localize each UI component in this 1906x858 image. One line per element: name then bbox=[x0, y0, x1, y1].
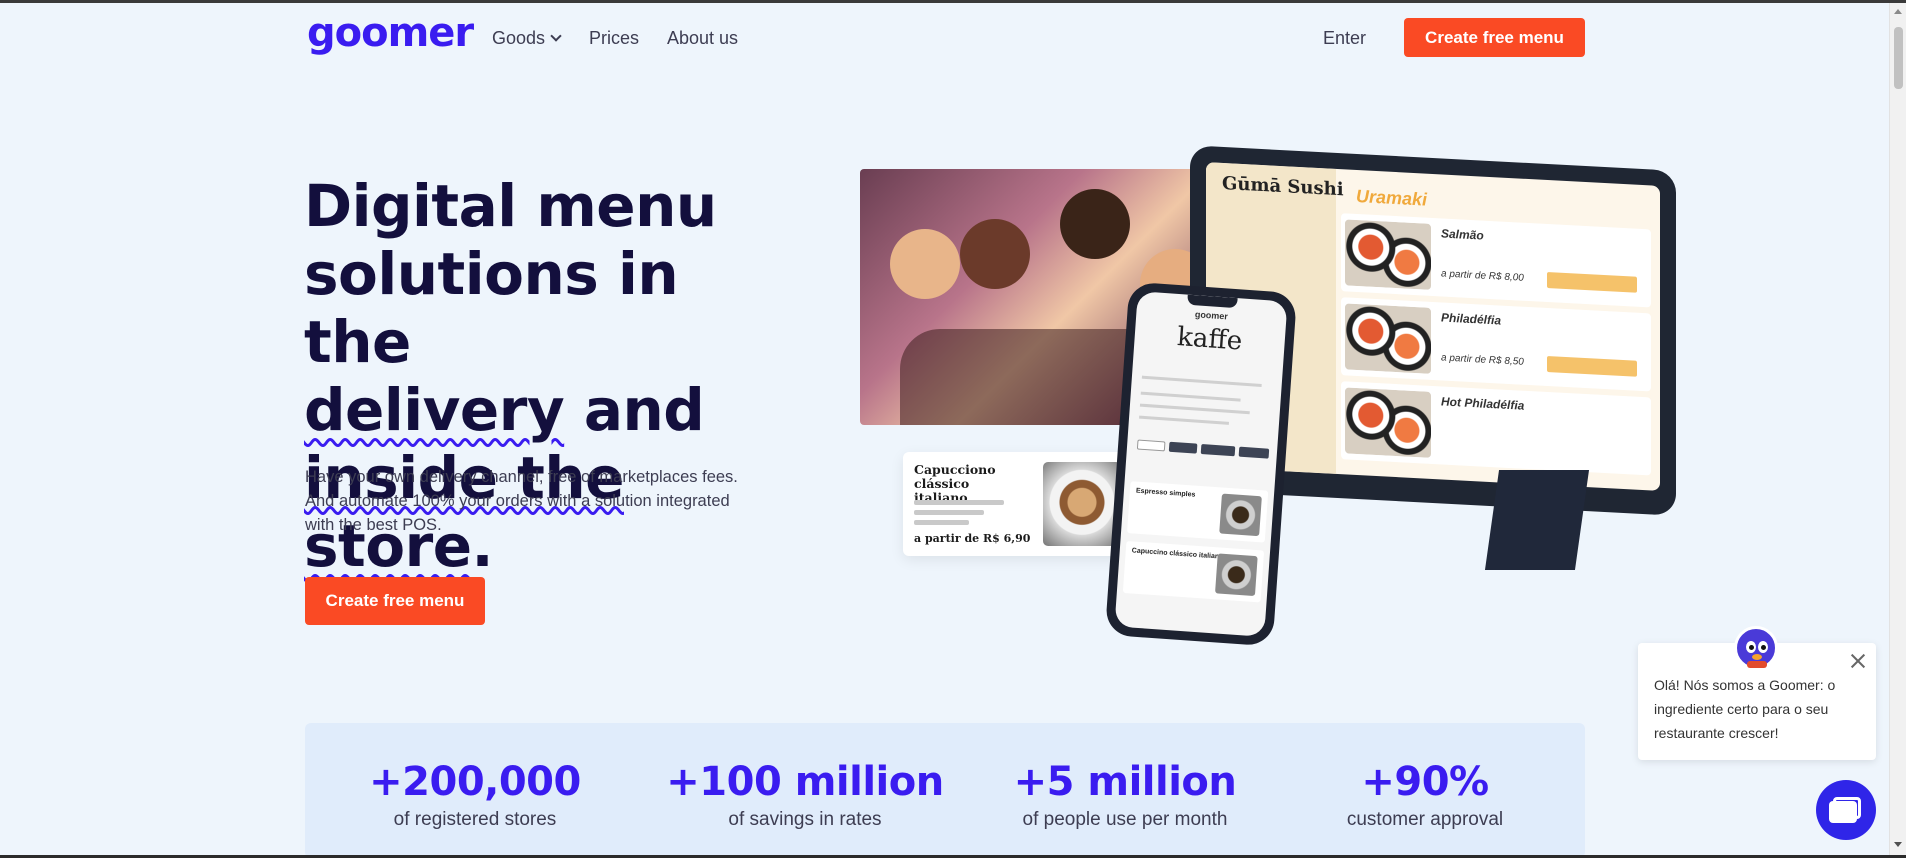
phone-menu-item: Espresso simples bbox=[1127, 481, 1269, 543]
cappuccino-image bbox=[1043, 462, 1121, 546]
tablet-menu-item: Salmão a partir de R$ 8,00 bbox=[1341, 213, 1651, 308]
hero-title-line1: Digital menu bbox=[304, 172, 717, 240]
tablet-heading: Uramaki bbox=[1356, 185, 1428, 210]
stat-value: +100 million bbox=[666, 759, 944, 805]
goomer-logo[interactable]: goomer bbox=[307, 10, 474, 56]
chat-launcher-button[interactable] bbox=[1816, 780, 1876, 840]
phone-menu-item: Capuccino clássico italiano bbox=[1122, 540, 1265, 603]
stat-value: +5 million bbox=[1013, 759, 1237, 805]
product-card-price: a partir de R$ 6,90 bbox=[914, 532, 1031, 545]
stat-item: +5 million of people use per month bbox=[1005, 759, 1245, 831]
enter-link[interactable]: Enter bbox=[1323, 28, 1366, 49]
tablet-menu-item: Hot Philadélfia bbox=[1341, 381, 1651, 476]
window-top-border bbox=[0, 0, 1906, 3]
stat-item: +100 million of savings in rates bbox=[665, 759, 945, 831]
stats-panel: +200,000 of registered stores +100 milli… bbox=[305, 723, 1585, 858]
tablet-stand bbox=[1484, 470, 1590, 570]
nav-goods-label: Goods bbox=[492, 28, 546, 48]
page-scrollbar[interactable] bbox=[1889, 3, 1906, 855]
phone-screen: goomer kaffe Espresso simples Capuccino … bbox=[1114, 291, 1288, 637]
product-card: Capucciono clássico italiano a partir de… bbox=[903, 452, 1127, 556]
hero-title-line2: solutions in the bbox=[304, 240, 679, 376]
hero-subtitle: Have your own delivery channel, free of … bbox=[305, 468, 738, 534]
mascot-avatar-icon bbox=[1734, 626, 1778, 670]
stat-label: customer approval bbox=[1346, 809, 1504, 830]
create-free-menu-button-hero[interactable]: Create free menu bbox=[305, 577, 485, 625]
nav-goods-dropdown[interactable]: Goods bbox=[492, 28, 562, 49]
scroll-up-arrow-icon[interactable] bbox=[1894, 9, 1902, 14]
stat-label: of people use per month bbox=[1022, 809, 1228, 830]
stat-item: +90% customer approval bbox=[1305, 759, 1545, 831]
phone-mockup: goomer kaffe Espresso simples Capuccino … bbox=[1104, 281, 1298, 647]
nav-prices-link[interactable]: Prices bbox=[589, 28, 639, 49]
stat-value: +90% bbox=[1361, 759, 1489, 805]
create-free-menu-button-header[interactable]: Create free menu bbox=[1404, 18, 1585, 57]
stat-label: of registered stores bbox=[393, 809, 557, 830]
scroll-down-arrow-icon[interactable] bbox=[1894, 842, 1902, 847]
tablet-menu-item: Philadélfia a partir de R$ 8,50 bbox=[1341, 297, 1651, 392]
nav-about-link[interactable]: About us bbox=[667, 28, 738, 49]
scrollbar-thumb[interactable] bbox=[1894, 27, 1903, 89]
chevron-down-icon bbox=[550, 30, 562, 42]
stat-label: of savings in rates bbox=[728, 809, 882, 830]
product-card-title: Capucciono clássico italiano bbox=[914, 462, 996, 505]
hero-title-delivery: delivery bbox=[304, 376, 565, 444]
chat-message: Olá! Nós somos a Goomer: o ingrediente c… bbox=[1654, 677, 1836, 741]
hero-title-and: and bbox=[564, 376, 705, 444]
stat-value: +200,000 bbox=[369, 759, 581, 805]
stat-item: +200,000 of registered stores bbox=[345, 759, 605, 831]
phone-store-name: kaffe bbox=[1176, 322, 1244, 357]
close-icon[interactable] bbox=[1850, 653, 1866, 669]
